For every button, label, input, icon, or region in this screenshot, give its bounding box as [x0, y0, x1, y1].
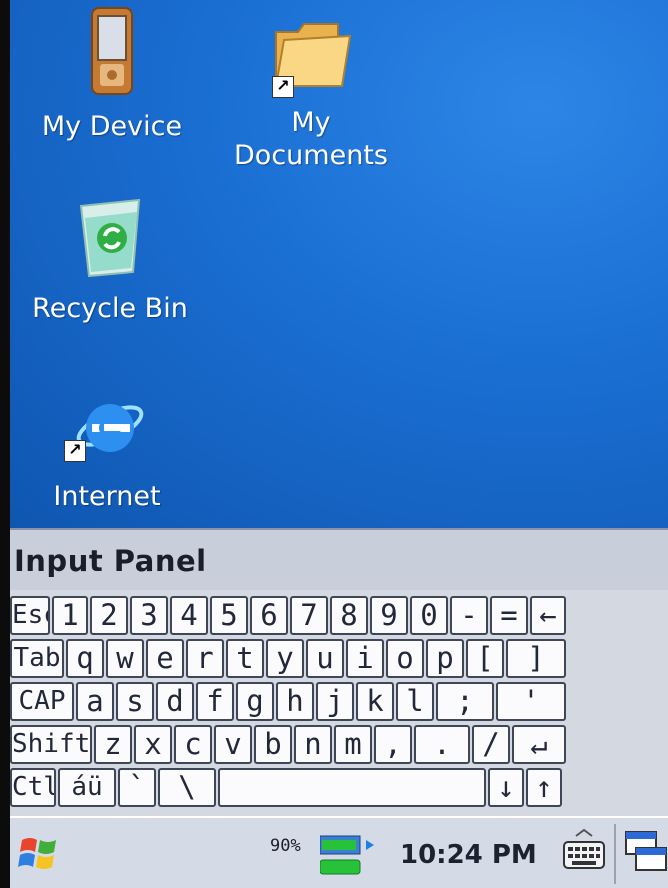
desktop-icon-label: Internet [53, 481, 161, 512]
key-0[interactable]: 0 [410, 596, 448, 635]
key-f[interactable]: f [196, 682, 234, 721]
key-e[interactable]: e [146, 639, 184, 678]
key-u[interactable]: u [306, 639, 344, 678]
window-switch-icon[interactable] [622, 828, 668, 878]
input-panel-titlebar: Input Panel [10, 528, 668, 590]
key-m[interactable]: m [334, 725, 372, 764]
key-i[interactable]: i [346, 639, 384, 678]
taskbar-separator [614, 824, 616, 884]
key-semicolon[interactable]: ; [436, 682, 494, 721]
keyboard-row-1: Esc 1 2 3 4 5 6 7 8 9 0 - = ← [10, 594, 668, 637]
key-enter[interactable]: ↵ [512, 725, 566, 764]
key-r[interactable]: r [186, 639, 224, 678]
key-period[interactable]: . [414, 725, 470, 764]
desktop-icon-label: My Documents [234, 107, 388, 171]
key-w[interactable]: w [106, 639, 144, 678]
key-tab[interactable]: Tab [10, 639, 64, 678]
key-d[interactable]: d [156, 682, 194, 721]
key-h[interactable]: h [276, 682, 314, 721]
key-backslash[interactable]: \ [158, 768, 216, 807]
key-1[interactable]: 1 [52, 596, 88, 635]
battery-icon[interactable] [319, 832, 390, 878]
key-minus[interactable]: - [450, 596, 488, 635]
key-x[interactable]: x [134, 725, 172, 764]
key-ctrl[interactable]: Ctl [10, 768, 56, 807]
desktop-icon-my-documents[interactable]: ↗ My Documents [216, 6, 406, 172]
key-arrow-down[interactable]: ↓ [488, 768, 524, 807]
key-s[interactable]: s [116, 682, 154, 721]
key-8[interactable]: 8 [330, 596, 368, 635]
key-4[interactable]: 4 [170, 596, 208, 635]
key-k[interactable]: k [356, 682, 394, 721]
clock[interactable]: 10:24 PM [400, 840, 537, 870]
shortcut-arrow-icon: ↗ [64, 440, 86, 462]
key-9[interactable]: 9 [370, 596, 408, 635]
soft-keyboard: Esc 1 2 3 4 5 6 7 8 9 0 - = ← Tab q w e … [10, 590, 668, 816]
folder-icon: ↗ [268, 6, 354, 98]
desktop-icon-label: My Device [41, 111, 183, 142]
internet-explorer-icon: ↗ [64, 384, 150, 468]
key-right-bracket[interactable]: ] [506, 639, 566, 678]
key-slash[interactable]: / [472, 725, 510, 764]
key-j[interactable]: j [316, 682, 354, 721]
keyboard-row-4: Shift z x c v b n m , . / ↵ [10, 723, 668, 766]
key-q[interactable]: q [66, 639, 104, 678]
desktop-icon-my-device[interactable]: My Device [32, 6, 192, 143]
key-a[interactable]: a [76, 682, 114, 721]
key-backtick[interactable]: ` [118, 768, 156, 807]
battery-percent: 90% [270, 836, 301, 856]
key-6[interactable]: 6 [250, 596, 288, 635]
keyboard-row-2: Tab q w e r t y u i o p [ ] [10, 637, 668, 680]
key-shift[interactable]: Shift [10, 725, 92, 764]
key-apostrophe[interactable]: ' [496, 682, 566, 721]
key-g[interactable]: g [236, 682, 274, 721]
key-left-bracket[interactable]: [ [466, 639, 504, 678]
key-l[interactable]: l [396, 682, 434, 721]
key-z[interactable]: z [94, 725, 132, 764]
key-t[interactable]: t [226, 639, 264, 678]
recycle-bin-icon [71, 192, 149, 282]
key-b[interactable]: b [254, 725, 292, 764]
shortcut-arrow-icon: ↗ [272, 76, 294, 98]
key-o[interactable]: o [386, 639, 424, 678]
desktop-icon-recycle-bin[interactable]: Recycle Bin [20, 192, 200, 325]
key-p[interactable]: p [426, 639, 464, 678]
keyboard-icon[interactable] [558, 826, 610, 878]
input-panel-title: Input Panel [14, 544, 207, 578]
desktop-icon-label: Recycle Bin [32, 293, 188, 324]
desktop: My Device ↗ My Documents Recycle Bin ↗ I… [10, 0, 668, 528]
taskbar: 90% 10:24 PM [10, 816, 668, 888]
system-tray: 90% 10:24 PM [260, 824, 560, 882]
screen: My Device ↗ My Documents Recycle Bin ↗ I… [10, 0, 668, 888]
key-3[interactable]: 3 [130, 596, 168, 635]
key-5[interactable]: 5 [210, 596, 248, 635]
key-c[interactable]: c [174, 725, 212, 764]
key-comma[interactable]: , [374, 725, 412, 764]
key-2[interactable]: 2 [90, 596, 128, 635]
key-backspace[interactable]: ← [530, 596, 566, 635]
key-7[interactable]: 7 [290, 596, 328, 635]
key-esc[interactable]: Esc [10, 596, 50, 635]
key-equals[interactable]: = [490, 596, 528, 635]
windows-start-icon[interactable] [16, 830, 62, 876]
key-v[interactable]: v [214, 725, 252, 764]
keyboard-row-5: Ctl áü ` \ ↓ ↑ ← → [10, 766, 668, 809]
key-caps[interactable]: CAP [10, 682, 74, 721]
key-y[interactable]: y [266, 639, 304, 678]
key-space[interactable] [218, 768, 486, 807]
keyboard-row-3: CAP a s d f g h j k l ; ' [10, 680, 668, 723]
pda-device-icon [82, 6, 142, 98]
key-n[interactable]: n [294, 725, 332, 764]
desktop-icon-internet[interactable]: ↗ Internet [32, 384, 182, 513]
key-international[interactable]: áü [58, 768, 116, 807]
key-arrow-up[interactable]: ↑ [526, 768, 562, 807]
